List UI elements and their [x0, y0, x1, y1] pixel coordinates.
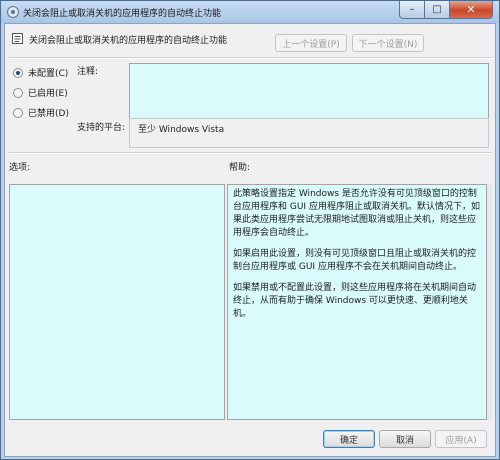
minimize-icon: –: [409, 4, 415, 15]
radio-button[interactable]: [13, 67, 23, 78]
mid-divider: [9, 152, 493, 154]
next-setting-button[interactable]: 下一个设置(N): [352, 34, 424, 52]
options-panel: [9, 184, 225, 420]
ok-button[interactable]: 确定: [323, 430, 375, 448]
setting-title: 关闭会阻止或取消关机的应用程序的自动终止功能: [29, 36, 228, 46]
previous-setting-button[interactable]: 上一个设置(P): [275, 34, 347, 52]
close-icon: ✕: [466, 3, 476, 16]
policy-dialog-window: 关闭会阻止或取消关机的应用程序的自动终止功能 – □ ✕ 关闭会阻止或取消关机的…: [0, 0, 500, 460]
comment-textarea[interactable]: [129, 63, 489, 121]
radio-disabled[interactable]: 已禁用(D): [13, 106, 69, 119]
policy-setting-icon: [7, 6, 19, 18]
policy-document-icon: [12, 33, 23, 44]
radio-button[interactable]: [13, 107, 23, 118]
platform-value: 至少 Windows Vista: [138, 125, 225, 135]
help-paragraph: 此策略设置指定 Windows 是否允许没有可见顶级窗口的控制台应用程序和 GU…: [233, 189, 480, 238]
platform-field: 至少 Windows Vista: [129, 118, 489, 148]
title-bar[interactable]: 关闭会阻止或取消关机的应用程序的自动终止功能 – □ ✕: [1, 1, 499, 23]
maximize-icon: □: [432, 4, 442, 15]
minimize-button[interactable]: –: [399, 1, 425, 19]
window-title: 关闭会阻止或取消关机的应用程序的自动终止功能: [23, 9, 222, 19]
radio-button[interactable]: [13, 87, 23, 98]
help-panel[interactable]: 此策略设置指定 Windows 是否允许没有可见顶级窗口的控制台应用程序和 GU…: [227, 184, 487, 420]
help-scrollbar[interactable]: [487, 184, 492, 420]
close-button[interactable]: ✕: [450, 1, 493, 19]
help-paragraph: 如果启用此设置，则没有可见顶级窗口且阻止或取消关机的控制台应用程序或 GUI 应…: [233, 249, 477, 272]
apply-button[interactable]: 应用(A): [435, 430, 487, 448]
caption-buttons: – □ ✕: [399, 1, 493, 19]
platform-label: 支持的平台:: [77, 123, 126, 133]
help-label: 帮助:: [229, 163, 251, 173]
radio-not-configured[interactable]: 未配置(C): [13, 66, 68, 79]
help-paragraph: 如果禁用或不配置此设置，则这些应用程序将在关机期间自动终止，从而有助于确保 Wi…: [233, 283, 477, 319]
cancel-button[interactable]: 取消: [379, 430, 431, 448]
header-divider: [9, 57, 493, 59]
comment-label: 注释:: [77, 67, 99, 77]
radio-label: 已禁用(D): [28, 109, 69, 119]
dialog-client-area: 关闭会阻止或取消关机的应用程序的自动终止功能 上一个设置(P) 下一个设置(N)…: [4, 23, 496, 457]
options-label: 选项:: [9, 163, 31, 173]
radio-enabled[interactable]: 已启用(E): [13, 86, 68, 99]
maximize-button[interactable]: □: [425, 1, 450, 19]
radio-label: 未配置(C): [28, 69, 69, 79]
radio-label: 已启用(E): [28, 89, 68, 99]
